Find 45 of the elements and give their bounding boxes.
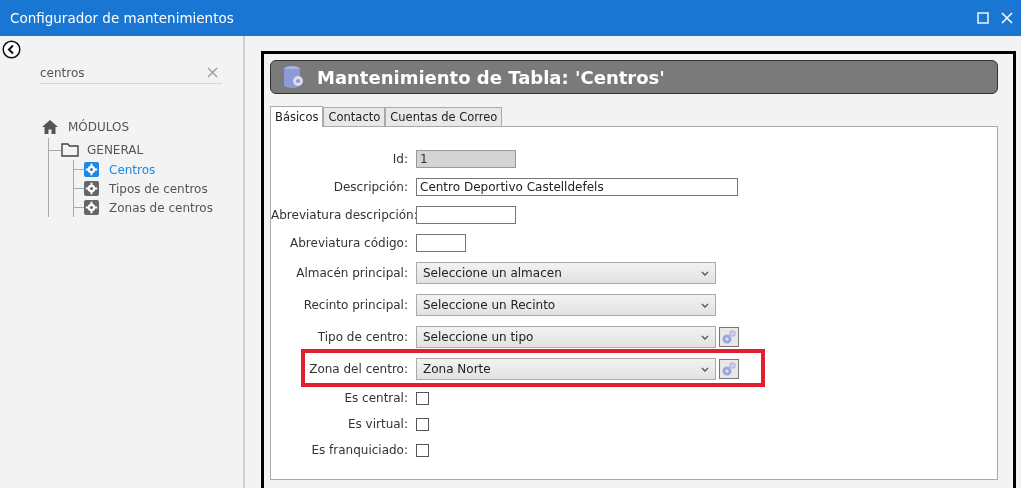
chevron-down-icon (701, 270, 709, 276)
clear-icon[interactable] (207, 67, 218, 78)
dropdown[interactable]: Seleccione un Recinto (416, 294, 716, 316)
tree-item[interactable]: GENERAL (87, 143, 144, 157)
tree-item[interactable]: MÓDULOS (68, 120, 130, 134)
field-label: Es virtual: (346, 417, 409, 431)
field-label: Id: (391, 152, 409, 166)
field-label: Zona del centro: (308, 362, 409, 376)
field-label: Almacén principal: (295, 266, 409, 280)
tree-item[interactable]: Tipos de centros (109, 181, 208, 196)
tree-item[interactable]: Zonas de centros (109, 200, 213, 215)
settings-button[interactable] (719, 327, 739, 347)
window-title: Configurador de mantenimientos (10, 10, 234, 26)
field-label: Descripción: (332, 180, 409, 194)
home-icon (42, 120, 58, 134)
checkbox[interactable] (416, 417, 429, 431)
tab[interactable]: Básicos (270, 106, 324, 127)
field-label: Es franquiciado: (310, 443, 409, 457)
search-text: centros (40, 65, 85, 80)
field-label: Abreviatura descripción: (271, 208, 416, 222)
chevron-down-icon (701, 302, 709, 308)
dropdown[interactable]: Zona Norte (416, 358, 716, 380)
text-field[interactable] (416, 234, 466, 252)
back-icon[interactable] (2, 40, 21, 59)
search-field[interactable]: centros (40, 62, 222, 84)
dropdown[interactable]: Seleccione un almacen (416, 262, 716, 284)
checkbox[interactable] (416, 391, 429, 405)
text-field[interactable] (416, 206, 516, 224)
chevron-down-icon (701, 366, 709, 372)
chevron-down-icon (701, 334, 709, 340)
folder-icon (61, 143, 79, 157)
text-field[interactable]: Centro Deportivo Castelldefels (416, 178, 738, 196)
field-label: Tipo de centro: (316, 330, 409, 344)
header-title: Mantenimiento de Tabla: 'Centros' (317, 66, 665, 88)
tab[interactable]: Contacto (323, 107, 386, 126)
field-label: Abreviatura código: (289, 236, 409, 250)
dropdown[interactable]: Seleccione un tipo (416, 326, 716, 348)
close-icon[interactable] (1001, 12, 1013, 24)
settings-button[interactable] (719, 359, 739, 379)
checkbox[interactable] (416, 443, 429, 457)
database-gear-icon (283, 65, 305, 89)
field-label: Es central: (343, 391, 409, 405)
field-label: Recinto principal: (302, 298, 409, 312)
maximize-icon[interactable] (977, 12, 989, 24)
tab[interactable]: Cuentas de Correo (385, 107, 503, 126)
